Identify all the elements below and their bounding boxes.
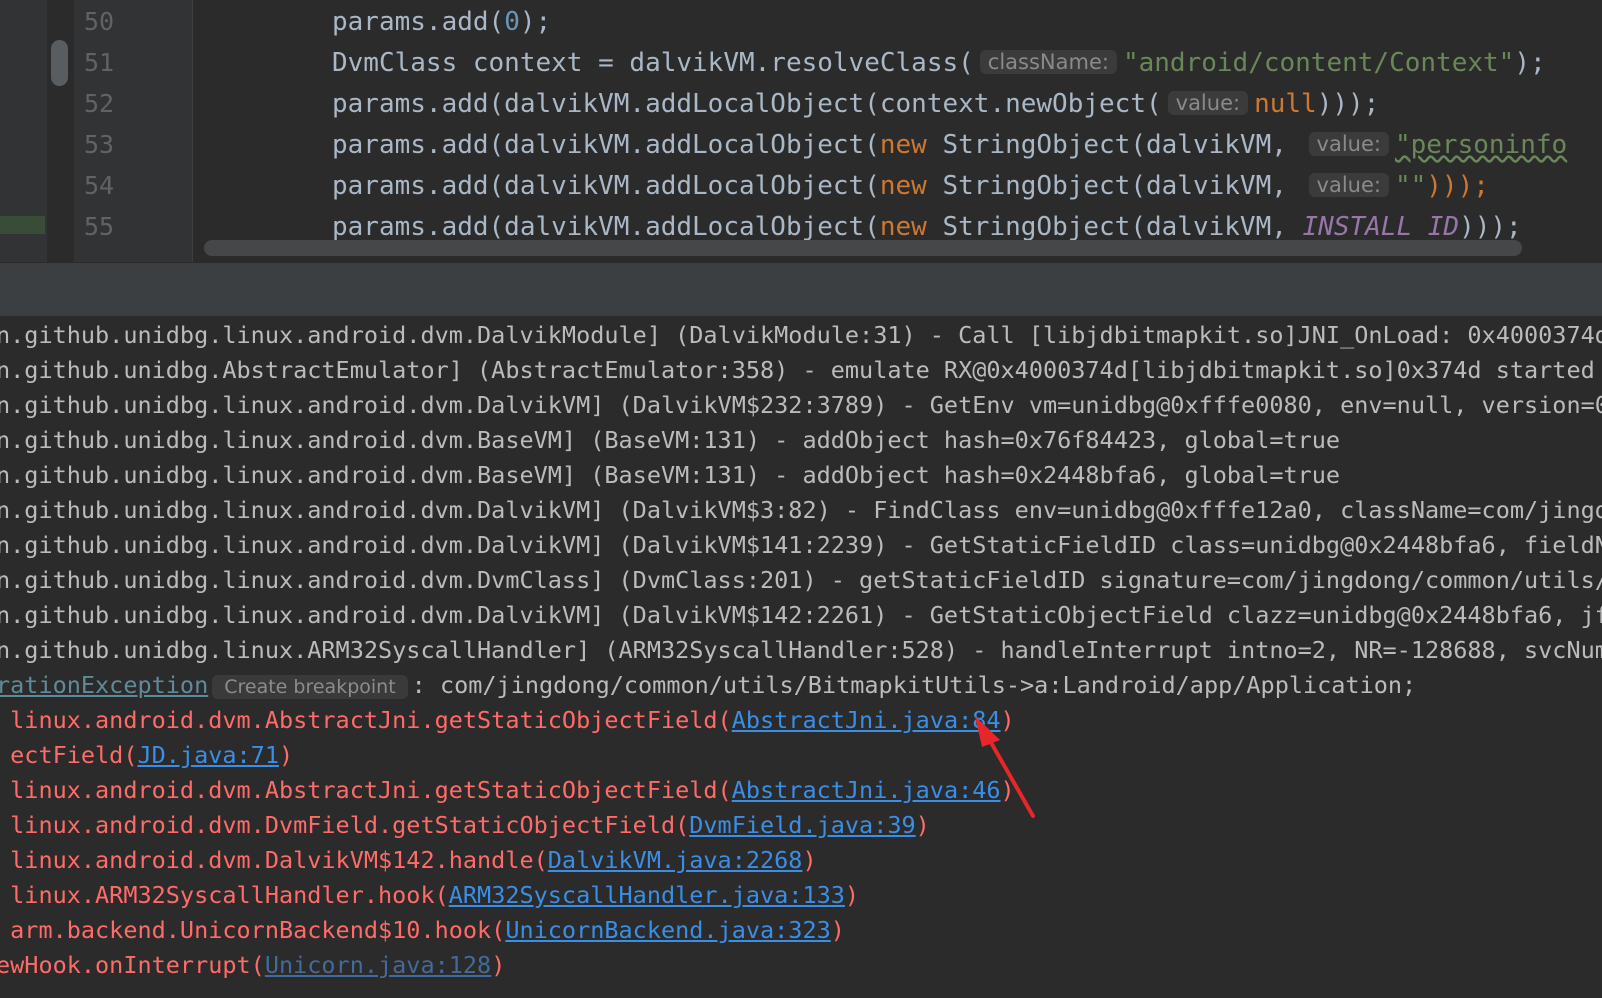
trace-text: ) [830, 916, 845, 944]
parameter-hint: className: [979, 50, 1117, 74]
log-line: n.github.unidbg.linux.android.dvm.BaseVM… [0, 461, 1341, 489]
code-text: params.add( [332, 7, 505, 37]
source-link[interactable]: JD.java:71 [137, 741, 278, 769]
code-text: params.add(dalvikVM.addLocalObject(conte… [332, 89, 1162, 119]
source-link[interactable]: AbstractJni.java:84 [732, 706, 1001, 734]
trace-text: linux.ARM32SyscallHandler.hook( [0, 881, 449, 909]
code-text: ))); [1316, 89, 1380, 119]
stack-trace-line: arm.backend.UnicornBackend$10.hook(Unico… [0, 913, 845, 947]
source-link[interactable]: ARM32SyscallHandler.java:133 [449, 881, 845, 909]
stack-trace-line: linux.android.dvm.AbstractJni.getStaticO… [0, 773, 1015, 807]
trace-text: ) [491, 951, 506, 979]
exception-class-link[interactable]: rationException [0, 671, 208, 699]
parameter-hint: value: [1308, 132, 1389, 156]
source-link[interactable]: DvmField.java:39 [689, 811, 915, 839]
trace-text: linux.android.dvm.DvmField.getStaticObje… [0, 811, 690, 839]
log-line: n.github.unidbg.linux.android.dvm.DvmCla… [0, 566, 1602, 594]
line-number: 55 [84, 212, 115, 241]
code-text: ))); [1459, 212, 1522, 242]
keyword: new [879, 130, 927, 160]
log-line: n.github.unidbg.linux.android.dvm.Dalvik… [0, 496, 1602, 524]
trace-text: ewHook.onInterrupt( [0, 951, 265, 979]
code-line-53[interactable]: params.add(dalvikVM.addLocalObject(new S… [332, 130, 1567, 161]
code-text: ))); [1426, 171, 1489, 201]
log-line: n.github.unidbg.AbstractEmulator] (Abstr… [0, 356, 1602, 384]
code-text: StringObject(dalvikVM, [926, 212, 1303, 242]
line-number: 54 [84, 171, 115, 200]
stack-trace-line: linux.android.dvm.DvmField.getStaticObje… [0, 808, 930, 842]
trace-text: ) [278, 741, 294, 769]
code-text: StringObject(dalvikVM, [926, 171, 1303, 201]
trace-text: ) [915, 811, 930, 839]
trace-text: ) [1000, 706, 1015, 734]
exception-line: rationException Create breakpoint: com/ji… [0, 668, 1416, 704]
code-line-54[interactable]: params.add(dalvikVM.addLocalObject(new S… [332, 171, 1489, 202]
stack-trace-line: linux.android.dvm.AbstractJni.getStaticO… [0, 703, 1015, 737]
code-editor[interactable]: 50 51 52 53 54 55 params.add(0); DvmClas… [0, 0, 1602, 262]
keyword: null [1254, 89, 1317, 119]
keyword: new [879, 171, 927, 201]
constant: INSTALL_ID [1302, 212, 1460, 242]
string-literal: "" [1394, 171, 1427, 201]
source-link[interactable]: UnicornBackend.java:323 [505, 916, 830, 944]
log-line: n.github.unidbg.linux.android.dvm.BaseVM… [0, 426, 1341, 454]
run-console[interactable]: n.github.unidbg.linux.android.dvm.Dalvik… [0, 316, 1602, 998]
line-number: 52 [84, 89, 115, 118]
code-text: DvmClass context = dalvikVM.resolveClass… [332, 48, 974, 78]
exception-message: : com/jingdong/common/utils/BitmapkitUti… [411, 671, 1417, 699]
code-text: params.add(dalvikVM.addLocalObject( [332, 171, 880, 201]
trace-text: linux.android.dvm.AbstractJni.getStaticO… [0, 706, 732, 734]
log-line: n.github.unidbg.linux.android.dvm.Dalvik… [0, 601, 1602, 629]
parameter-hint: value: [1167, 91, 1249, 115]
trace-text: ectField( [0, 741, 138, 769]
log-line: n.github.unidbg.linux.android.dvm.Dalvik… [0, 531, 1602, 559]
code-line-50[interactable]: params.add(0); [332, 7, 551, 37]
log-line: n.github.unidbg.linux.android.dvm.Dalvik… [0, 391, 1602, 419]
horizontal-scrollbar[interactable] [204, 240, 1522, 256]
trace-text: ) [1000, 776, 1015, 804]
log-line: n.github.unidbg.linux.ARM32SyscallHandle… [0, 636, 1602, 664]
code-text: StringObject(dalvikVM, [926, 130, 1303, 160]
code-line-51[interactable]: DvmClass context = dalvikVM.resolveClass… [332, 48, 1546, 79]
number-literal: 0 [504, 7, 520, 37]
code-text: ); [519, 7, 552, 37]
structure-scroll-thumb[interactable] [51, 40, 68, 86]
trace-text: linux.android.dvm.DalvikVM$142.handle( [0, 846, 548, 874]
trace-text: arm.backend.UnicornBackend$10.hook( [0, 916, 506, 944]
string-literal: "personinfo [1394, 130, 1568, 160]
line-number: 50 [84, 7, 115, 36]
change-marker [0, 216, 45, 234]
code-line-52[interactable]: params.add(dalvikVM.addLocalObject(conte… [332, 89, 1379, 120]
parameter-hint: value: [1308, 173, 1389, 197]
stack-trace-line: ewHook.onInterrupt(Unicorn.java:128) [0, 948, 505, 982]
panel-divider[interactable] [0, 262, 1602, 317]
code-line-55[interactable]: params.add(dalvikVM.addLocalObject(new S… [332, 212, 1522, 242]
trace-text: ) [802, 846, 817, 874]
trace-text: ) [844, 881, 860, 909]
stack-trace-line: linux.ARM32SyscallHandler.hook(ARM32Sysc… [0, 878, 859, 912]
line-number: 53 [84, 130, 115, 159]
create-breakpoint-button[interactable]: Create breakpoint [212, 675, 408, 699]
stack-trace-line: linux.android.dvm.DalvikVM$142.handle(Da… [0, 843, 817, 877]
stack-trace-line: ectField(JD.java:71) [0, 738, 293, 772]
log-line: n.github.unidbg.linux.android.dvm.Dalvik… [0, 321, 1602, 349]
code-text: params.add(dalvikVM.addLocalObject( [332, 130, 880, 160]
trace-text: linux.android.dvm.AbstractJni.getStaticO… [0, 776, 732, 804]
code-text: ); [1514, 48, 1546, 78]
line-number: 51 [84, 48, 115, 77]
code-text: params.add(dalvikVM.addLocalObject( [332, 212, 880, 242]
source-link[interactable]: Unicorn.java:128 [265, 951, 491, 979]
source-link[interactable]: DalvikVM.java:2268 [548, 846, 803, 874]
keyword: new [879, 212, 927, 242]
source-link[interactable]: AbstractJni.java:46 [732, 776, 1001, 804]
string-literal: "android/content/Context" [1122, 48, 1515, 78]
